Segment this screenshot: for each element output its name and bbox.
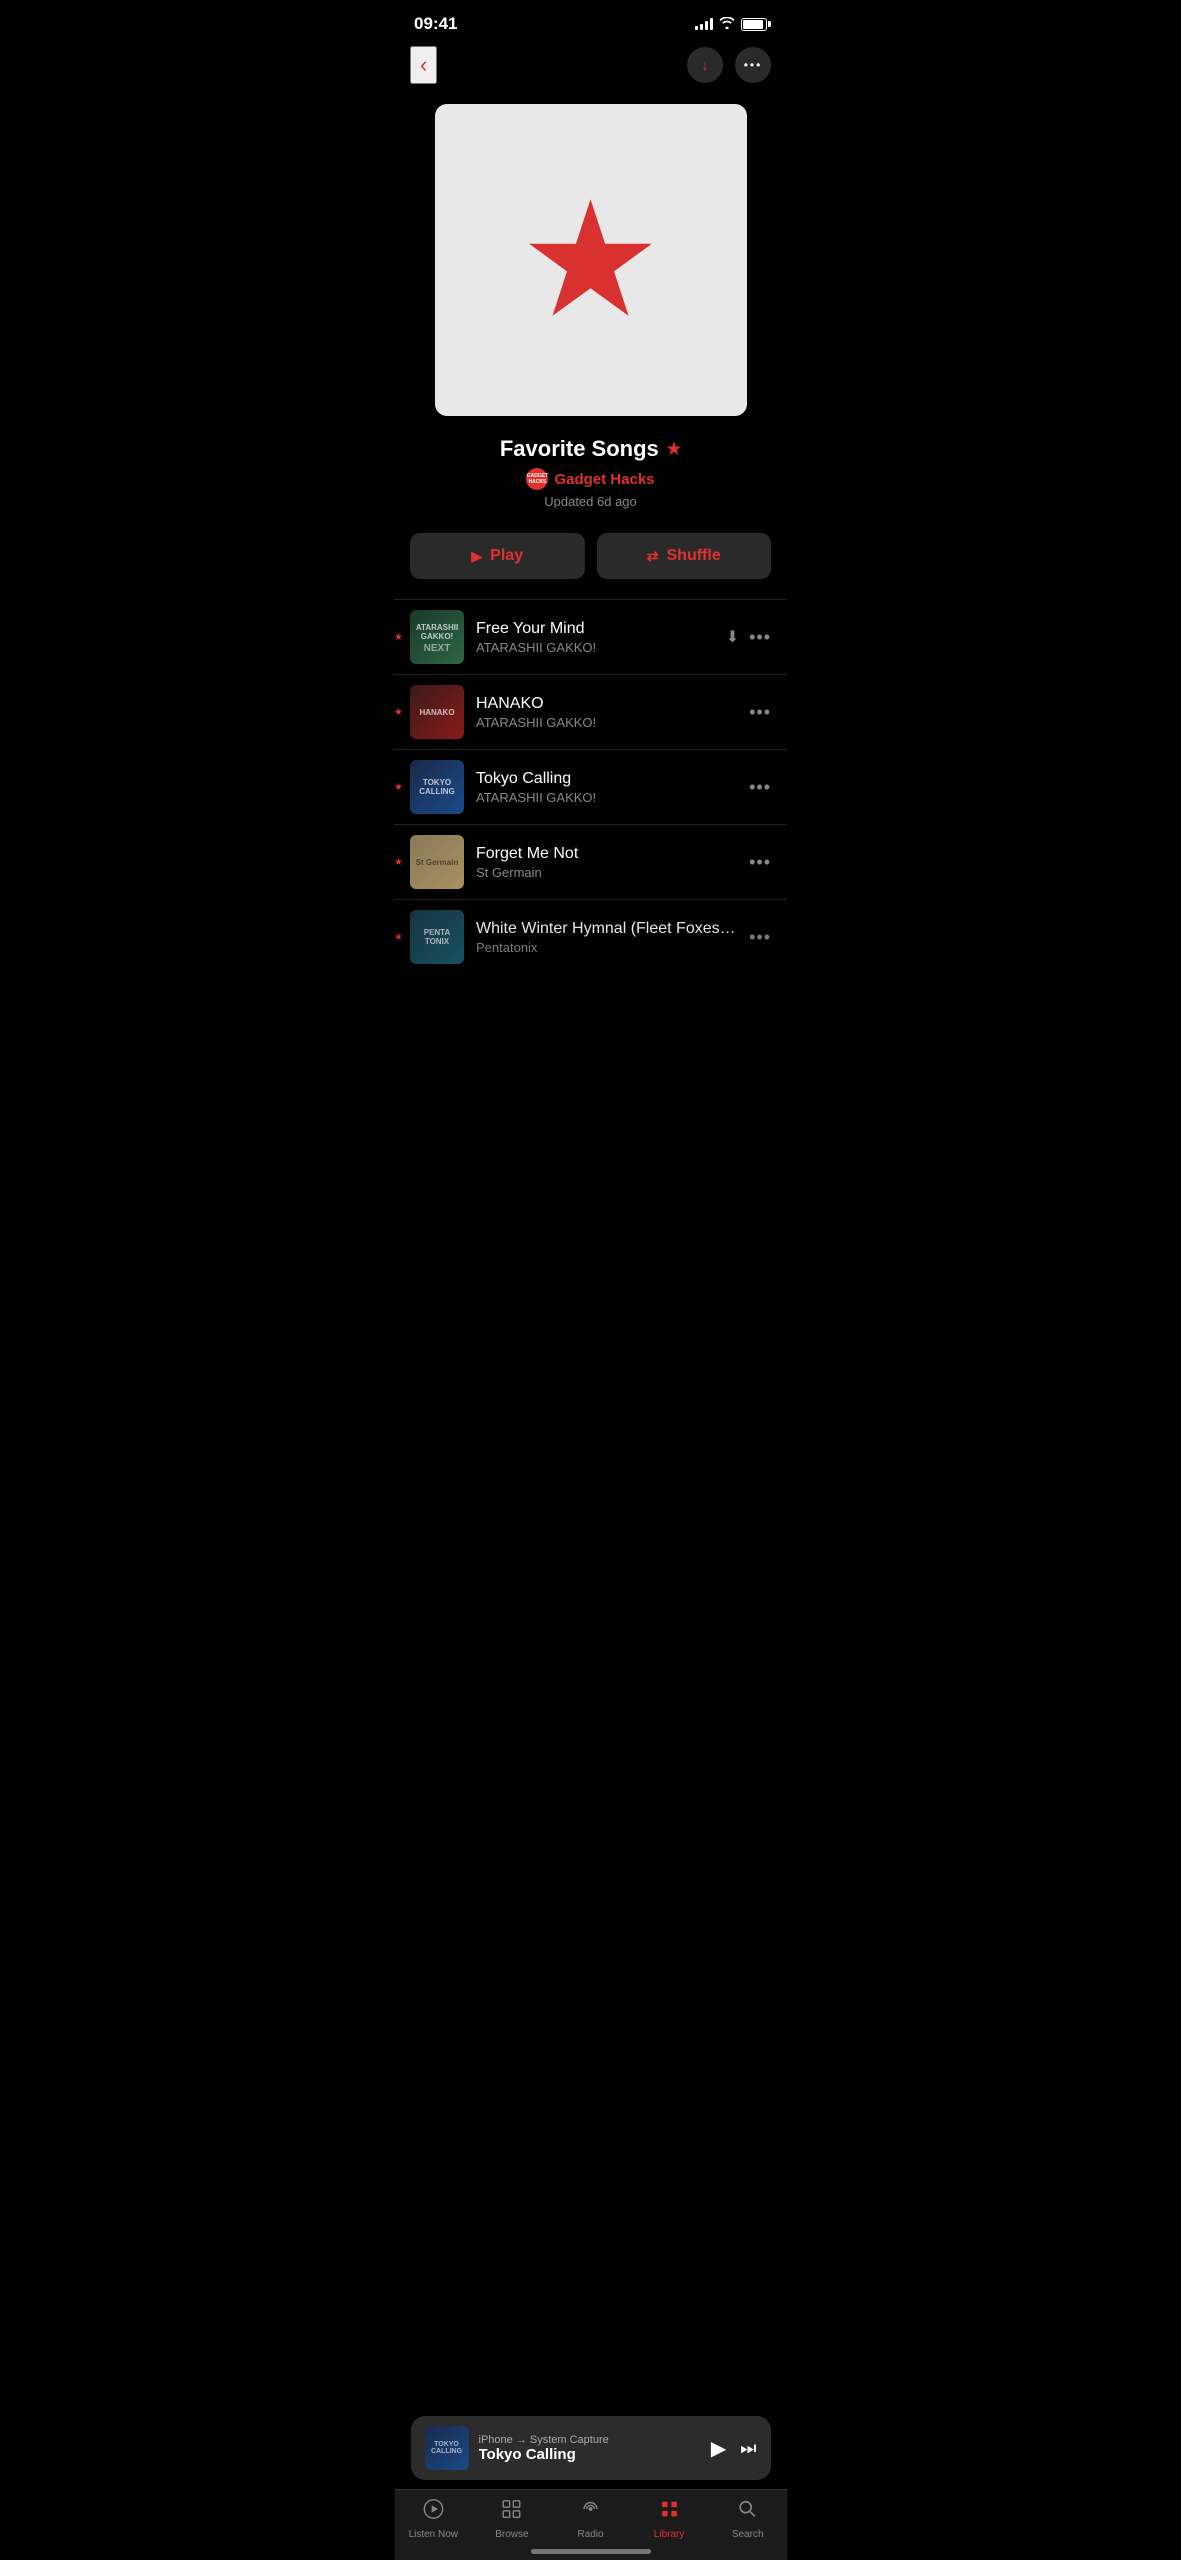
album-art-container: ★ bbox=[394, 96, 787, 436]
shuffle-label: Shuffle bbox=[667, 547, 721, 565]
track-item[interactable]: ★ St Germain Forget Me Not St Germain ••… bbox=[394, 824, 787, 899]
tab-radio-label: Radio bbox=[577, 2529, 603, 2540]
playlist-title: Favorite Songs ★ bbox=[414, 436, 767, 462]
search-icon bbox=[737, 2498, 759, 2526]
play-button[interactable]: ▶ Play bbox=[410, 533, 585, 579]
playlist-title-text: Favorite Songs bbox=[500, 436, 659, 462]
tab-listen-now-label: Listen Now bbox=[409, 2529, 458, 2540]
browse-icon bbox=[501, 2498, 523, 2526]
action-buttons: ▶ Play ⇄ Shuffle bbox=[394, 525, 787, 599]
author-name: Gadget Hacks bbox=[554, 471, 654, 488]
track-star-icon: ★ bbox=[394, 707, 403, 718]
track-star-icon: ★ bbox=[394, 782, 403, 793]
mini-player-subtitle: iPhone → System Capture bbox=[479, 2434, 701, 2446]
tab-library[interactable]: Library bbox=[630, 2498, 709, 2540]
track-actions: ••• bbox=[749, 777, 771, 798]
track-thumbnail: St Germain bbox=[410, 835, 464, 889]
track-star-icon: ★ bbox=[394, 632, 403, 643]
track-title: HANAKO bbox=[476, 695, 737, 713]
tab-browse-label: Browse bbox=[495, 2529, 528, 2540]
track-item[interactable]: ★ HANAKO HANAKO ATARASHII GAKKO! ••• bbox=[394, 674, 787, 749]
track-actions: ••• bbox=[749, 927, 771, 948]
track-more-icon[interactable]: ••• bbox=[749, 627, 771, 648]
track-thumbnail: ATARASHIIGAKKO! NEXT bbox=[410, 610, 464, 664]
tab-search-label: Search bbox=[732, 2529, 764, 2540]
updated-text: Updated 6d ago bbox=[414, 494, 767, 509]
track-actions: ⬇ ••• bbox=[726, 627, 771, 648]
radio-icon bbox=[579, 2498, 601, 2526]
mini-player-thumbnail: TOKYOCALLING bbox=[425, 2426, 469, 2470]
track-more-icon[interactable]: ••• bbox=[749, 777, 771, 798]
mini-player[interactable]: TOKYOCALLING iPhone → System Capture Tok… bbox=[411, 2416, 771, 2480]
download-icon: ↓ bbox=[702, 57, 709, 73]
battery-icon bbox=[741, 18, 767, 31]
more-options-button[interactable]: ••• bbox=[735, 47, 771, 83]
playlist-info: Favorite Songs ★ GADGETHACKS Gadget Hack… bbox=[394, 436, 787, 525]
track-title: White Winter Hymnal (Fleet Foxes Cover) bbox=[476, 920, 737, 938]
shuffle-button[interactable]: ⇄ Shuffle bbox=[597, 533, 772, 579]
track-info: HANAKO ATARASHII GAKKO! bbox=[476, 695, 737, 730]
track-item[interactable]: ★ PENTATONIX White Winter Hymnal (Fleet … bbox=[394, 899, 787, 974]
track-actions: ••• bbox=[749, 702, 771, 723]
listen-now-icon bbox=[422, 2498, 444, 2526]
status-icons bbox=[695, 17, 767, 32]
track-info: White Winter Hymnal (Fleet Foxes Cover) … bbox=[476, 920, 737, 955]
track-artist: St Germain bbox=[476, 865, 737, 880]
track-info: Forget Me Not St Germain bbox=[476, 845, 737, 880]
track-star-icon: ★ bbox=[394, 857, 403, 868]
track-info: Free Your Mind ATARASHII GAKKO! bbox=[476, 620, 714, 655]
track-actions: ••• bbox=[749, 852, 771, 873]
track-more-icon[interactable]: ••• bbox=[749, 852, 771, 873]
status-bar: 09:41 bbox=[394, 0, 787, 42]
library-icon bbox=[658, 2498, 680, 2526]
playlist-star-artwork: ★ bbox=[519, 180, 662, 340]
track-download-icon[interactable]: ⬇ bbox=[726, 627, 739, 647]
download-button[interactable]: ↓ bbox=[687, 47, 723, 83]
back-button[interactable]: ‹ bbox=[410, 46, 437, 84]
play-label: Play bbox=[490, 547, 523, 565]
shuffle-icon: ⇄ bbox=[647, 548, 659, 565]
track-title: Forget Me Not bbox=[476, 845, 737, 863]
wifi-icon bbox=[719, 17, 735, 32]
track-title: Free Your Mind bbox=[476, 620, 714, 638]
playlist-favorite-star: ★ bbox=[667, 439, 681, 459]
track-artist: ATARASHII GAKKO! bbox=[476, 640, 714, 655]
mini-skip-button[interactable]: ⏭ bbox=[740, 2438, 756, 2459]
mini-player-controls: ▶ ⏭ bbox=[711, 2436, 757, 2461]
nav-bar: ‹ ↓ ••• bbox=[394, 42, 787, 96]
track-title: Tokyo Calling bbox=[476, 770, 737, 788]
album-art: ★ bbox=[435, 104, 747, 416]
track-star-icon: ★ bbox=[394, 932, 403, 943]
signal-bars-icon bbox=[695, 18, 713, 30]
mini-player-info: iPhone → System Capture Tokyo Calling bbox=[479, 2434, 701, 2463]
nav-actions: ↓ ••• bbox=[687, 47, 771, 83]
tab-search[interactable]: Search bbox=[708, 2498, 787, 2540]
track-thumbnail: HANAKO bbox=[410, 685, 464, 739]
tab-radio[interactable]: Radio bbox=[551, 2498, 630, 2540]
status-time: 09:41 bbox=[414, 14, 457, 34]
track-thumbnail: TOKYOCALLING bbox=[410, 760, 464, 814]
track-artist: ATARASHII GAKKO! bbox=[476, 790, 737, 805]
playlist-author[interactable]: GADGETHACKS Gadget Hacks bbox=[414, 468, 767, 490]
more-icon: ••• bbox=[744, 58, 763, 72]
track-item[interactable]: ★ TOKYOCALLING Tokyo Calling ATARASHII G… bbox=[394, 749, 787, 824]
tab-browse[interactable]: Browse bbox=[473, 2498, 552, 2540]
author-avatar: GADGETHACKS bbox=[526, 468, 548, 490]
track-item[interactable]: ★ ATARASHIIGAKKO! NEXT Free Your Mind AT… bbox=[394, 599, 787, 674]
track-more-icon[interactable]: ••• bbox=[749, 927, 771, 948]
track-info: Tokyo Calling ATARASHII GAKKO! bbox=[476, 770, 737, 805]
tab-listen-now[interactable]: Listen Now bbox=[394, 2498, 473, 2540]
tab-library-label: Library bbox=[654, 2529, 685, 2540]
track-list: ★ ATARASHIIGAKKO! NEXT Free Your Mind AT… bbox=[394, 599, 787, 974]
mini-play-button[interactable]: ▶ bbox=[711, 2436, 726, 2461]
home-indicator bbox=[531, 2549, 651, 2554]
mini-player-title: Tokyo Calling bbox=[479, 2446, 701, 2463]
track-artist: ATARASHII GAKKO! bbox=[476, 715, 737, 730]
track-thumbnail: PENTATONIX bbox=[410, 910, 464, 964]
track-artist: Pentatonix bbox=[476, 940, 737, 955]
play-icon: ▶ bbox=[471, 548, 482, 565]
track-more-icon[interactable]: ••• bbox=[749, 702, 771, 723]
